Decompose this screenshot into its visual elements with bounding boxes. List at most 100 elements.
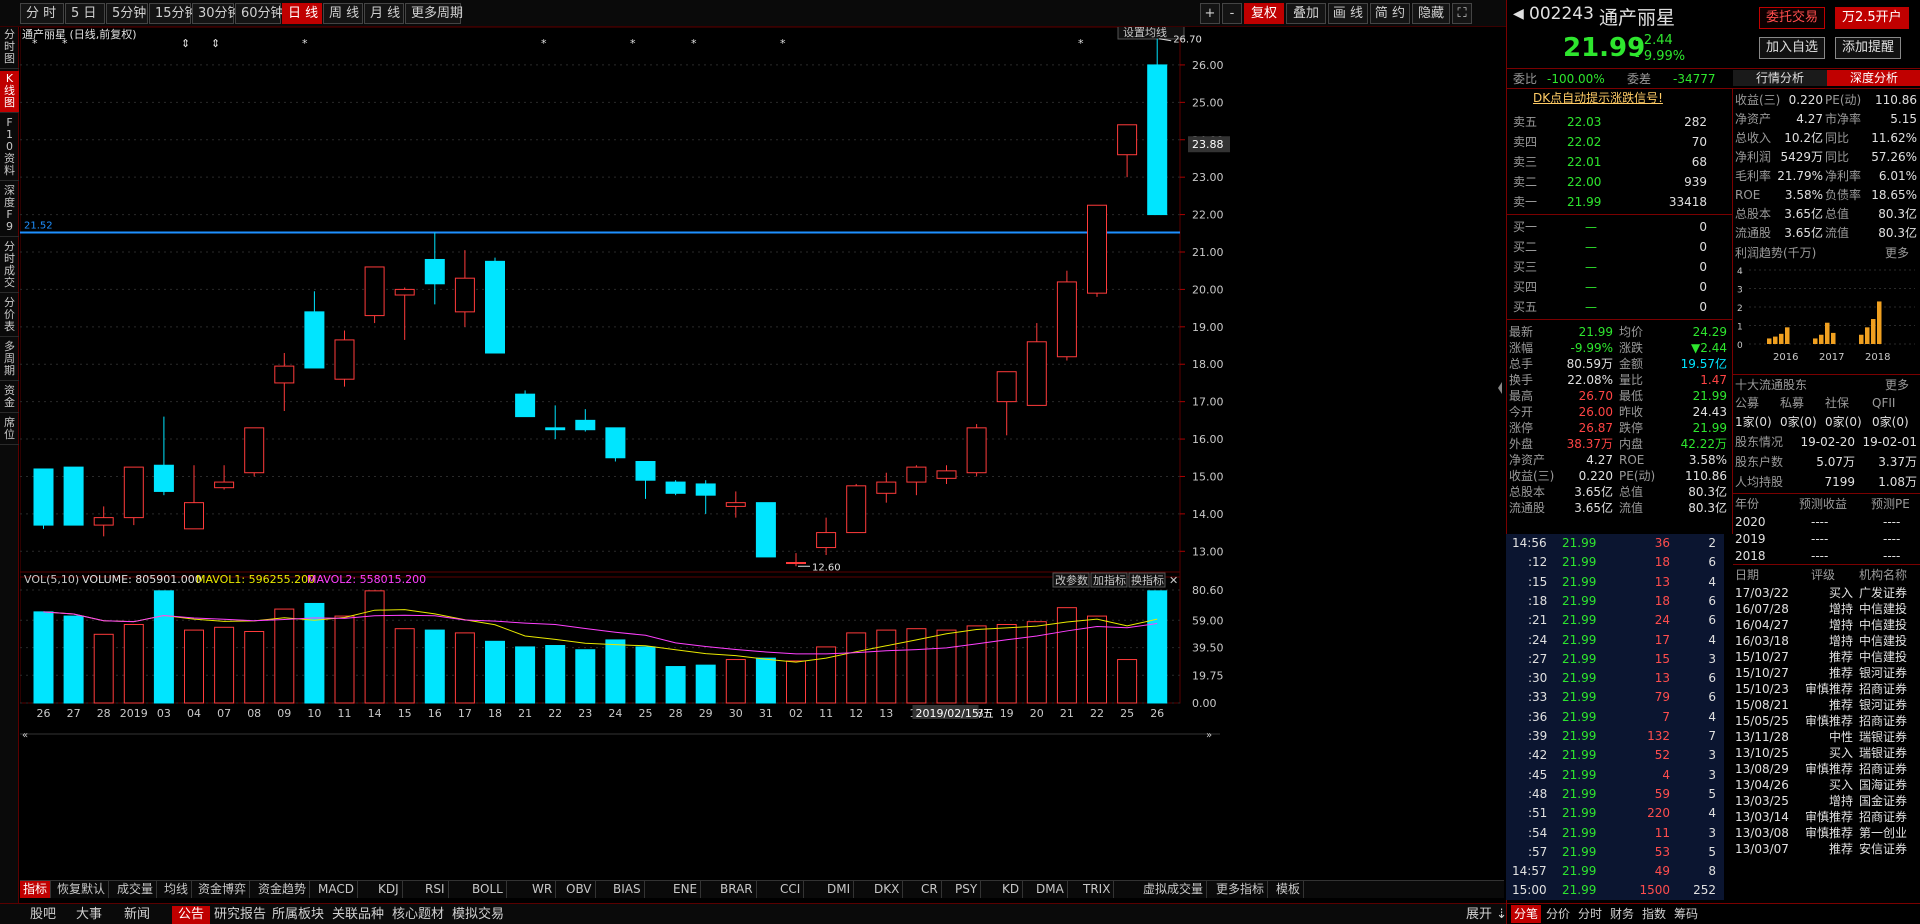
candle-body[interactable]	[575, 419, 596, 431]
period-tab-3[interactable]: 15分钟	[149, 3, 198, 24]
volume-bar[interactable]	[63, 615, 84, 704]
indicator-tab-11[interactable]: OBV	[563, 881, 596, 898]
candle-body[interactable]	[816, 532, 837, 549]
indicator-tab-25[interactable]: 模板	[1273, 881, 1305, 898]
volume-bar[interactable]	[244, 630, 265, 704]
chart-tool-3[interactable]: 叠加	[1286, 3, 1326, 24]
candle-body[interactable]	[996, 371, 1017, 403]
nav-tab-8[interactable]: 模拟交易	[452, 906, 504, 924]
right-tab-1[interactable]: 分价	[1543, 905, 1573, 923]
volume-bar[interactable]	[816, 646, 837, 704]
candle-body[interactable]	[755, 502, 776, 558]
indicator-tab-10[interactable]: WR	[529, 881, 557, 898]
event-marker[interactable]: *	[302, 37, 308, 50]
kline-chart[interactable]: 26.0025.0024.0023.0022.0021.0020.0019.00…	[20, 27, 1504, 880]
volume-bar[interactable]	[214, 626, 235, 704]
volume-bar[interactable]	[93, 633, 114, 704]
period-tab-1[interactable]: 5 日	[65, 3, 105, 24]
open-account-button[interactable]: 万2.5开户	[1835, 7, 1909, 29]
period-tab-8[interactable]: 月 线	[364, 3, 404, 24]
indicator-tab-8[interactable]: RSI	[422, 881, 449, 898]
candle-body[interactable]	[936, 470, 957, 479]
volume-bar[interactable]	[364, 590, 385, 704]
candle-body[interactable]	[665, 481, 686, 494]
indicator-tab-13[interactable]: ENE	[670, 881, 702, 898]
volume-bar[interactable]	[725, 659, 746, 704]
indicator-tab-0[interactable]: 指标	[20, 881, 52, 898]
nav-tab-6[interactable]: 关联品种	[332, 906, 384, 924]
rating-org[interactable]: 安信证券	[1859, 840, 1907, 858]
candle-body[interactable]	[966, 427, 987, 474]
candle-body[interactable]	[846, 485, 867, 534]
period-tab-7[interactable]: 周 线	[323, 3, 363, 24]
indicator-tab-23[interactable]: 虚拟成交量	[1140, 881, 1208, 898]
volume-bar[interactable]	[33, 611, 54, 704]
chart-tool-6[interactable]: 隐藏	[1412, 3, 1450, 24]
nav-tab-4[interactable]: 研究报告	[214, 906, 266, 924]
collapse-arrow-icon[interactable]	[1498, 382, 1502, 394]
candle-body[interactable]	[876, 481, 897, 494]
rail-item-2[interactable]: F10资料	[0, 115, 19, 181]
indicator-tab-7[interactable]: KDJ	[375, 881, 403, 898]
volume-bar[interactable]	[786, 660, 806, 704]
candle-body[interactable]	[1026, 341, 1047, 406]
volume-bar[interactable]	[184, 629, 204, 704]
period-tab-0[interactable]: 分 时	[20, 3, 64, 24]
volume-bar[interactable]	[1026, 621, 1047, 704]
volume-bar[interactable]	[876, 629, 897, 704]
nav-tab-1[interactable]: 大事	[76, 906, 102, 924]
candle-body[interactable]	[635, 461, 656, 481]
event-marker[interactable]: *	[780, 37, 786, 50]
volume-bar[interactable]	[635, 646, 656, 704]
right-tab-5[interactable]: 筹码	[1671, 905, 1701, 923]
scroll-right-icon[interactable]: »	[1206, 730, 1212, 741]
add-watchlist-button[interactable]: 加入自选	[1759, 37, 1826, 59]
period-tab-6[interactable]: 日 线	[282, 3, 322, 24]
volume-bar[interactable]	[1117, 659, 1138, 704]
indicator-tab-14[interactable]: BRAR	[717, 881, 757, 898]
period-tab-5[interactable]: 60分钟	[235, 3, 284, 24]
candle-body[interactable]	[244, 427, 265, 474]
volume-bar[interactable]	[695, 664, 716, 704]
candle-body[interactable]	[725, 502, 746, 507]
candle-body[interactable]	[695, 483, 716, 496]
indicator-tab-4[interactable]: 资金博弈	[195, 881, 251, 898]
candle-body[interactable]	[786, 562, 806, 565]
volume-bar[interactable]	[394, 628, 415, 704]
volume-bar[interactable]	[454, 632, 475, 704]
candle-body[interactable]	[63, 466, 84, 526]
period-tab-2[interactable]: 5分钟	[106, 3, 148, 24]
candle-body[interactable]	[93, 517, 114, 526]
rail-item-1[interactable]: K线图	[0, 71, 19, 113]
candle-body[interactable]	[485, 260, 505, 354]
chart-tool-4[interactable]: 画 线	[1328, 3, 1368, 24]
volume-bar[interactable]	[575, 649, 596, 704]
chart-tool-2[interactable]: 复权	[1244, 3, 1284, 24]
event-marker[interactable]: *	[541, 37, 547, 50]
volume-bar[interactable]	[515, 646, 536, 704]
delegate-trade-button[interactable]: 委托交易	[1759, 7, 1826, 29]
nav-tab-3[interactable]: 公告	[172, 906, 211, 924]
volume-bar[interactable]	[424, 629, 445, 704]
rail-item-7[interactable]: 资金	[0, 383, 19, 413]
candle-body[interactable]	[545, 427, 566, 431]
candle-body[interactable]	[364, 266, 385, 317]
candle-body[interactable]	[1117, 124, 1138, 156]
volume-bar[interactable]	[996, 623, 1017, 704]
indicator-tab-5[interactable]: 资金趋势	[255, 881, 311, 898]
rail-item-0[interactable]: 分时图	[0, 27, 19, 69]
indicator-tab-1[interactable]: 恢复默认	[54, 881, 110, 898]
candle-body[interactable]	[153, 464, 174, 492]
volume-bar[interactable]	[605, 639, 626, 704]
event-marker[interactable]: *	[32, 37, 38, 50]
volume-bar[interactable]	[545, 645, 566, 704]
candle-body[interactable]	[1056, 281, 1077, 358]
candle-body[interactable]	[214, 481, 235, 489]
candle-body[interactable]	[906, 466, 927, 483]
indicator-tab-24[interactable]: 更多指标	[1213, 881, 1269, 898]
indicator-tab-12[interactable]: BIAS	[610, 881, 645, 898]
add-alert-button[interactable]: 添加提醒	[1835, 37, 1902, 59]
chart-tool-1[interactable]: -	[1222, 3, 1242, 24]
expand-button[interactable]: 展开 ⇣	[1466, 906, 1507, 924]
right-tab-2[interactable]: 分时	[1575, 905, 1605, 923]
